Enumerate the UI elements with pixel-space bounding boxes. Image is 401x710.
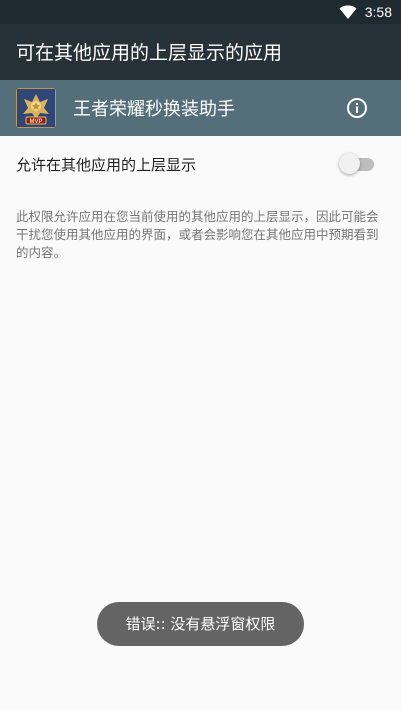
app-icon: MVP [16,88,56,128]
wifi-icon [339,5,357,19]
info-icon[interactable] [346,97,368,119]
overlay-permission-row[interactable]: 允许在其他应用的上层显示 [0,136,401,192]
permission-description: 此权限允许应用在您当前使用的其他应用的上层显示，因此可能会干扰您使用其他应用的界… [16,209,379,260]
app-header: MVP 王者荣耀秒换装助手 [0,80,401,136]
app-name: 王者荣耀秒换装助手 [73,99,235,120]
status-bar: 3:58 [0,0,401,24]
overlay-permission-switch[interactable] [339,153,375,175]
error-toast: 错误:: 没有悬浮窗权限 [97,602,304,646]
status-time: 3:58 [364,4,392,20]
app-icon-badge: MVP [29,119,42,125]
switch-thumb [339,153,360,174]
overlay-permission-label: 允许在其他应用的上层显示 [16,156,197,174]
page-title: 可在其他应用的上层显示的应用 [16,42,283,64]
toolbar: 可在其他应用的上层显示的应用 [0,24,401,80]
